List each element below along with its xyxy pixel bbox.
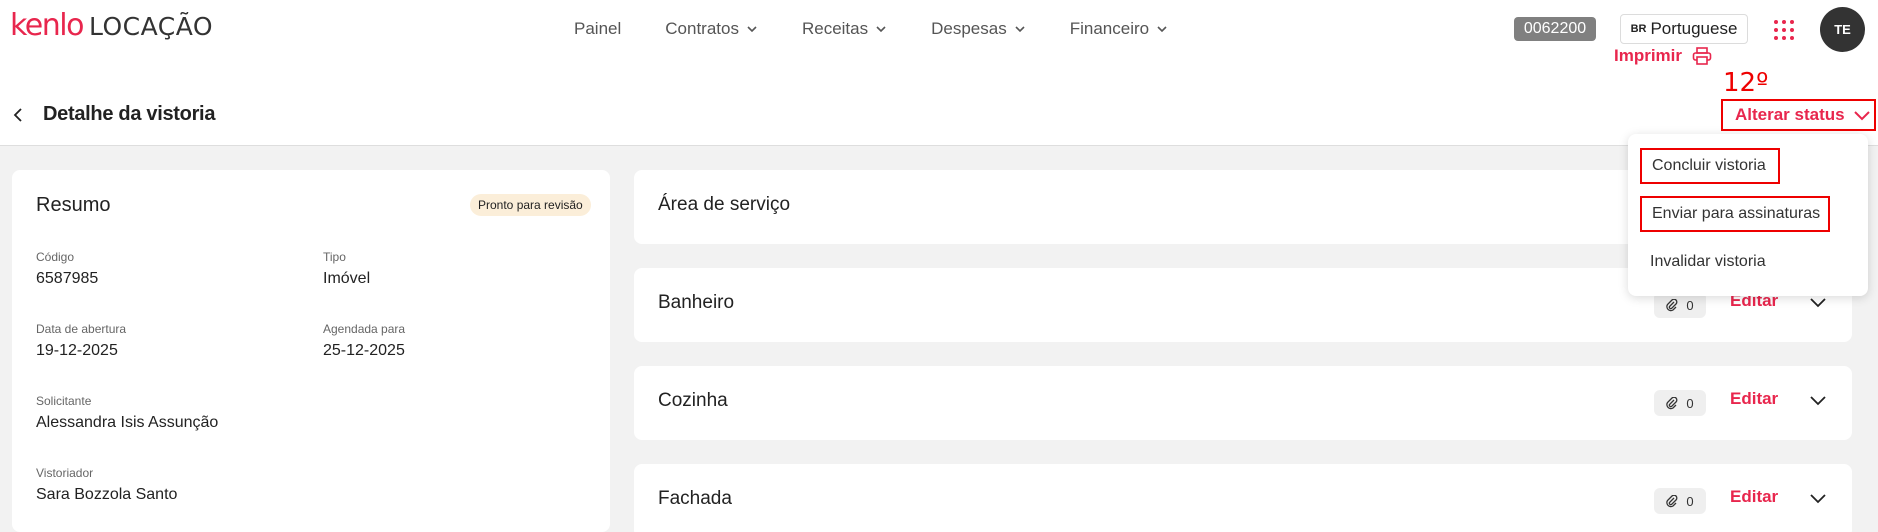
nav-label: Financeiro: [1069, 19, 1150, 38]
field-label: Código: [36, 250, 75, 264]
nav-financeiro[interactable]: Financeiro: [1070, 19, 1168, 39]
field-codigo: Código 6587985: [36, 250, 98, 288]
chevron-down-icon[interactable]: [1810, 396, 1826, 406]
annotation-step-number: 12º: [1723, 68, 1769, 98]
user-avatar[interactable]: TE: [1820, 7, 1865, 52]
chevron-down-icon[interactable]: [1810, 494, 1826, 504]
attachments-count[interactable]: 0: [1654, 488, 1706, 514]
back-arrow-icon[interactable]: [12, 108, 24, 122]
chevron-down-icon: [1853, 111, 1870, 121]
field-tipo: Tipo Imóvel: [323, 250, 370, 288]
field-label: Agendada para: [323, 322, 406, 336]
field-solicitante: Solicitante Alessandra Isis Assunção: [36, 394, 218, 432]
paperclip-icon: [1666, 494, 1678, 507]
field-agendada-para: Agendada para 25-12-2025: [323, 322, 405, 360]
nav-receitas[interactable]: Receitas: [802, 19, 887, 39]
chevron-down-icon: [1015, 26, 1025, 33]
field-label: Solicitante: [36, 394, 92, 408]
brazil-flag-icon: BR: [1630, 23, 1647, 35]
main-nav: Painel Contratos Receitas Despesas Finan…: [574, 19, 1212, 39]
field-value: Imóvel: [323, 270, 371, 287]
section-title: Área de serviço: [658, 194, 791, 215]
attachments-number: 0: [1686, 493, 1694, 509]
section-fachada[interactable]: Fachada 0 Editar: [634, 464, 1852, 532]
paperclip-icon: [1666, 298, 1678, 311]
field-value: Alessandra Isis Assunção: [36, 414, 219, 431]
attachments-count[interactable]: 0: [1654, 390, 1706, 416]
attachments-number: 0: [1686, 297, 1694, 313]
chevron-down-icon: [876, 26, 886, 33]
summary-title: Resumo: [36, 194, 111, 216]
alter-status-label: Alterar status: [1735, 105, 1845, 124]
nav-label: Contratos: [665, 19, 739, 38]
page-header: Detalhe da vistoria: [0, 58, 1878, 146]
logo-product: LOCAÇÃO: [88, 12, 214, 41]
attachments-number: 0: [1686, 395, 1694, 411]
chevron-down-icon[interactable]: [1810, 298, 1826, 308]
nav-label: Receitas: [801, 19, 869, 38]
field-data-abertura: Data de abertura 19-12-2025: [36, 322, 126, 360]
kenlo-logo[interactable]: kenlo LOCAÇÃO: [10, 8, 213, 43]
field-value: 6587985: [36, 270, 99, 287]
menu-item-concluir-vistoria[interactable]: Concluir vistoria: [1640, 148, 1780, 184]
section-cozinha[interactable]: Cozinha 0 Editar: [634, 366, 1852, 440]
field-value: 19-12-2025: [36, 342, 118, 359]
field-value: Sara Bozzola Santo: [36, 486, 178, 503]
logo-brand: kenlo: [10, 8, 84, 43]
nav-contratos[interactable]: Contratos: [665, 19, 758, 39]
print-button[interactable]: Imprimir: [1614, 46, 1712, 66]
top-bar: kenlo LOCAÇÃO Painel Contratos Receitas …: [0, 0, 1878, 58]
page-title: Detalhe da vistoria: [43, 103, 216, 125]
section-title: Fachada: [658, 488, 732, 509]
printer-icon: [1692, 47, 1712, 65]
nav-despesas[interactable]: Despesas: [931, 19, 1026, 39]
field-label: Vistoriador: [36, 466, 94, 480]
section-title: Banheiro: [658, 292, 735, 313]
field-label: Data de abertura: [36, 322, 127, 336]
section-title: Cozinha: [658, 390, 728, 411]
nav-label: Despesas: [931, 19, 1007, 38]
account-code-badge: 0062200: [1514, 17, 1596, 41]
status-dropdown-menu: Concluir vistoria Enviar para assinatura…: [1628, 134, 1868, 296]
menu-item-invalidar-vistoria[interactable]: Invalidar vistoria: [1640, 244, 1830, 280]
nav-painel[interactable]: Painel: [574, 19, 621, 39]
field-value: 25-12-2025: [323, 342, 405, 359]
language-label: Portuguese: [1650, 19, 1738, 38]
field-label: Tipo: [323, 250, 346, 264]
alter-status-button[interactable]: Alterar status: [1721, 99, 1876, 131]
status-badge: Pronto para revisão: [470, 194, 591, 216]
chevron-down-icon: [747, 26, 757, 33]
field-vistoriador: Vistoriador Sara Bozzola Santo: [36, 466, 177, 504]
nav-label: Painel: [574, 19, 622, 38]
language-selector[interactable]: BR Portuguese: [1620, 14, 1748, 44]
apps-grid-icon[interactable]: [1774, 20, 1794, 40]
edit-button[interactable]: Editar: [1730, 389, 1778, 409]
summary-card: Resumo Pronto para revisão Código 658798…: [12, 170, 610, 532]
print-label: Imprimir: [1614, 46, 1683, 65]
edit-button[interactable]: Editar: [1730, 487, 1778, 507]
chevron-down-icon: [1157, 26, 1167, 33]
menu-item-enviar-para-assinaturas[interactable]: Enviar para assinaturas: [1640, 196, 1830, 232]
paperclip-icon: [1666, 396, 1678, 409]
